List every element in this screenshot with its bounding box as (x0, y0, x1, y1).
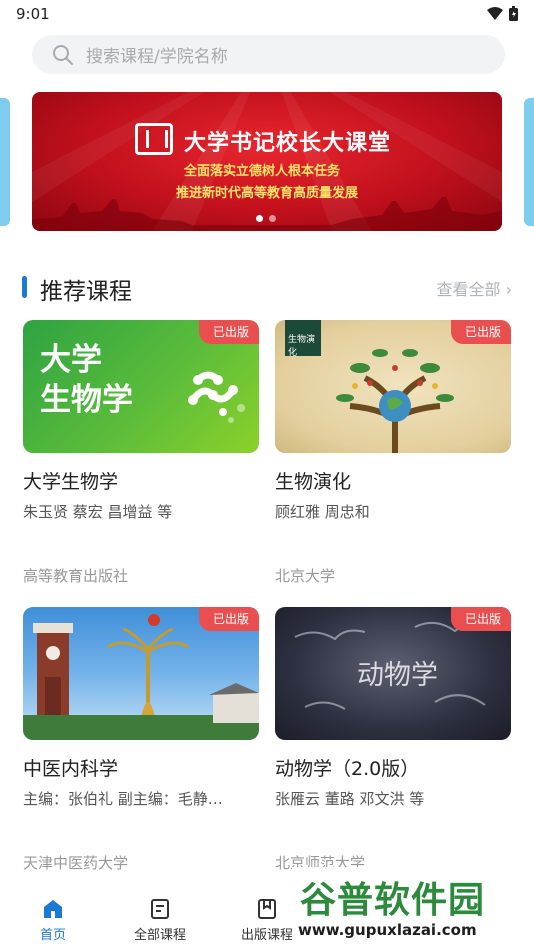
watermark-text: 谷普软件园 (300, 880, 486, 921)
tree-of-life-icon (336, 349, 454, 453)
wifi-icon (487, 6, 503, 20)
banner-logo-icon (135, 123, 173, 155)
course-card[interactable]: 已出版 中医内科学 主编：张伯礼 副主编：毛静… 天津中医药大学 (23, 607, 259, 872)
search-placeholder: 搜索课程/学院名称 (86, 47, 228, 67)
banner-next-peek[interactable] (524, 98, 534, 226)
section-header: 推荐课程 查看全部 › (22, 270, 512, 306)
course-card[interactable]: 生物演化 已出版 生物演化 顾红雅 周忠和 北京大学 (275, 320, 511, 585)
course-cover[interactable]: 大学 生物学 已出版 (23, 320, 259, 453)
course-title[interactable]: 生物演化 (275, 467, 351, 494)
site-watermark: 谷普软件园 www.gupuxlazai.com (292, 867, 534, 950)
status-bar: 9:01 (0, 0, 534, 28)
book-thumbnail: 生物演化 (285, 320, 321, 358)
status-badge: 已出版 (198, 607, 259, 631)
molecule-icon (188, 371, 245, 423)
course-title[interactable]: 动物学（2.0版） (275, 754, 419, 781)
course-card[interactable]: 大学 生物学 已出版 大学生物学 朱玉贤 蔡宏 昌增益 等 高等教育出版社 (23, 320, 259, 585)
battery-icon (509, 6, 518, 21)
course-publisher: 北京大学 (275, 567, 336, 585)
carousel-dot-1[interactable] (256, 215, 263, 222)
cover-text: 动物学 (357, 660, 438, 691)
banner-carousel[interactable]: 大学书记校长大课堂 全面落实立德树人根本任务 推进新时代高等教育高质量发展 (32, 92, 502, 231)
carousel-dot-2[interactable] (269, 215, 276, 222)
document-icon (151, 899, 169, 919)
banner-skyline (32, 197, 502, 231)
course-authors: 张雁云 董路 邓文洪 等 (275, 790, 425, 808)
course-title[interactable]: 中医内科学 (23, 754, 118, 781)
course-card[interactable]: 动物学 已出版 动物学（2.0版） 张雁云 董路 邓文洪 等 北京师范大学 (275, 607, 511, 872)
course-publisher: 高等教育出版社 (23, 567, 129, 585)
course-authors: 主编：张伯礼 副主编：毛静… (23, 790, 223, 808)
tab-label: 全部课程 (133, 928, 186, 943)
status-badge: 已出版 (198, 320, 259, 344)
course-cover[interactable]: 生物演化 已出版 (275, 320, 511, 453)
status-badge: 已出版 (450, 320, 511, 344)
status-icons (487, 6, 518, 21)
course-cover[interactable]: 动物学 已出版 (275, 607, 511, 740)
status-time: 9:01 (16, 5, 50, 23)
view-all-link[interactable]: 查看全部 › (437, 276, 513, 300)
cover-text: 大学 生物学 (40, 342, 133, 418)
search-input[interactable]: 搜索课程/学院名称 (32, 35, 505, 74)
tab-all-courses[interactable]: 全部课程 (100, 890, 220, 950)
course-cover[interactable]: 已出版 (23, 607, 259, 740)
home-icon (44, 900, 62, 918)
section-title: 推荐课程 (40, 279, 132, 305)
banner-subtitle-1: 全面落实立德树人根本任务 (184, 164, 341, 179)
tab-home[interactable]: 首页 (0, 890, 113, 950)
tab-label: 首页 (39, 928, 66, 943)
banner-title: 大学书记校长大课堂 (184, 131, 392, 156)
section-accent-bar (22, 276, 27, 298)
banner-prev-peek[interactable] (0, 98, 10, 226)
bookmark-icon (258, 899, 276, 919)
status-badge: 已出版 (450, 607, 511, 631)
course-publisher: 天津中医药大学 (23, 854, 129, 872)
course-authors: 顾红雅 周忠和 (275, 503, 370, 521)
course-authors: 朱玉贤 蔡宏 昌增益 等 (23, 503, 173, 521)
carousel-dots (256, 215, 276, 222)
watermark-url: www.gupuxlazai.com (298, 921, 477, 939)
course-title[interactable]: 大学生物学 (23, 467, 118, 494)
search-icon (53, 44, 73, 65)
